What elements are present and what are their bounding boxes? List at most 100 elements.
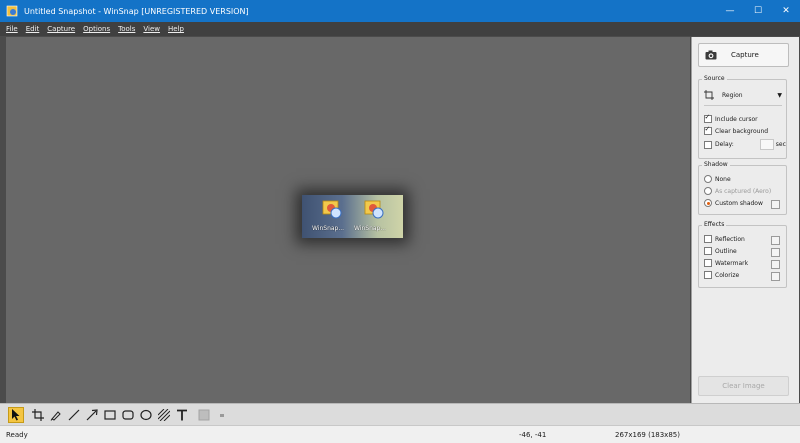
effect-colorize-checkbox[interactable] <box>704 271 712 279</box>
color-swatch[interactable] <box>196 407 212 423</box>
clear-background-checkbox[interactable] <box>704 125 712 135</box>
snapshot-canvas[interactable]: WinSnap... WinSnap... <box>6 37 690 403</box>
line-width-icon <box>220 414 224 417</box>
minimize-button[interactable]: — <box>716 0 744 22</box>
menu-edit[interactable]: Edit <box>26 25 40 33</box>
delay-label: Delay: <box>715 141 734 148</box>
captured-snapshot[interactable]: WinSnap... WinSnap... <box>302 195 403 238</box>
maximize-button[interactable]: ☐ <box>744 0 772 22</box>
reflection-settings-button[interactable] <box>771 236 780 245</box>
menu-capture[interactable]: Capture <box>47 25 75 33</box>
crop-tool[interactable] <box>30 407 46 423</box>
shadow-settings-button[interactable] <box>771 200 780 209</box>
delay-checkbox[interactable] <box>704 140 712 149</box>
clear-background-label: Clear background <box>715 127 769 135</box>
include-cursor-option[interactable]: Include cursor <box>704 113 758 123</box>
effect-watermark-label: Watermark <box>715 259 749 267</box>
capture-mode-value: Region <box>722 91 743 99</box>
outline-settings-button[interactable] <box>771 248 780 257</box>
effects-legend: Effects <box>702 221 727 228</box>
clear-image-button[interactable]: Clear Image <box>698 376 789 396</box>
source-legend: Source <box>702 75 727 82</box>
winsnap-shortcut-icon <box>322 200 342 219</box>
source-group: Source Region ▼ Include cursor Clear bac… <box>698 75 787 159</box>
colorize-settings-button[interactable] <box>771 272 780 281</box>
line-width-selector[interactable] <box>214 407 230 423</box>
ellipse-icon <box>140 409 152 421</box>
menu-tools[interactable]: Tools <box>118 25 135 33</box>
shadow-custom-label: Custom shadow <box>715 199 763 207</box>
include-cursor-checkbox[interactable] <box>704 113 712 123</box>
divider <box>704 105 782 106</box>
line-icon <box>68 409 80 421</box>
pen-tool[interactable] <box>48 407 64 423</box>
delay-option[interactable]: Delay: sec <box>704 139 786 150</box>
capture-button[interactable]: Capture <box>698 43 789 67</box>
line-tool[interactable] <box>66 407 82 423</box>
status-bar: Ready -46, -41 267x169 (183x85) <box>0 425 800 443</box>
desktop-shortcut: WinSnap... <box>354 197 394 235</box>
drawing-toolbar <box>0 403 800 426</box>
effect-watermark-checkbox[interactable] <box>704 259 712 267</box>
effect-outline-label: Outline <box>715 247 737 255</box>
capture-label: Capture <box>731 51 759 59</box>
window-title: Untitled Snapshot - WinSnap [UNREGISTERE… <box>24 6 249 16</box>
hatch-icon <box>158 409 170 421</box>
cursor-coordinates: -46, -41 <box>519 430 547 439</box>
clear-image-label: Clear Image <box>722 382 765 390</box>
delay-spinner[interactable] <box>759 139 774 150</box>
watermark-settings-button[interactable] <box>771 260 780 269</box>
effect-reflection-option[interactable]: Reflection <box>704 235 745 243</box>
status-text: Ready <box>6 430 28 439</box>
select-tool[interactable] <box>8 407 24 423</box>
effect-watermark-option[interactable]: Watermark <box>704 259 748 267</box>
shadow-none-label: None <box>715 175 731 183</box>
winsnap-app-icon <box>6 5 18 17</box>
pen-icon <box>50 411 61 421</box>
menu-bar: File Edit Capture Options Tools View Hel… <box>0 22 800 36</box>
effect-outline-checkbox[interactable] <box>704 247 712 255</box>
rectangle-icon <box>104 410 116 420</box>
effect-reflection-label: Reflection <box>715 235 745 243</box>
text-tool[interactable] <box>174 407 190 423</box>
close-button[interactable]: ✕ <box>772 0 800 22</box>
shadow-custom-radio[interactable] <box>704 199 712 207</box>
hatch-fill-tool[interactable] <box>156 407 172 423</box>
arrow-tool[interactable] <box>84 407 100 423</box>
winsnap-window: Untitled Snapshot - WinSnap [UNREGISTERE… <box>0 0 800 443</box>
menu-file[interactable]: File <box>6 25 18 33</box>
shadow-group: Shadow None As captured (Aero) Custom sh… <box>698 161 787 215</box>
menu-help[interactable]: Help <box>168 25 184 33</box>
rounded-rectangle-icon <box>122 410 134 420</box>
effect-reflection-checkbox[interactable] <box>704 235 712 243</box>
dropdown-arrow-icon: ▼ <box>777 91 782 99</box>
shortcut-label: WinSnap... <box>354 225 387 232</box>
capture-mode-select[interactable]: Region ▼ <box>704 90 782 100</box>
shadow-legend: Shadow <box>702 161 730 168</box>
menu-options[interactable]: Options <box>83 25 110 33</box>
arrow-icon <box>86 409 98 421</box>
winsnap-shortcut-icon <box>364 200 384 219</box>
pointer-icon <box>12 409 20 421</box>
text-icon <box>177 409 187 421</box>
effect-colorize-label: Colorize <box>715 271 740 279</box>
shadow-custom-option[interactable]: Custom shadow <box>704 199 763 207</box>
clear-background-option[interactable]: Clear background <box>704 125 769 135</box>
effect-colorize-option[interactable]: Colorize <box>704 271 739 279</box>
ellipse-tool[interactable] <box>138 407 154 423</box>
menu-view[interactable]: View <box>143 25 160 33</box>
shadow-as-captured-label: As captured (Aero) <box>715 187 772 195</box>
crop-icon <box>32 409 44 421</box>
camera-icon <box>705 50 717 60</box>
title-bar: Untitled Snapshot - WinSnap [UNREGISTERE… <box>0 0 800 22</box>
shadow-none-radio[interactable] <box>704 175 712 183</box>
delay-unit-label: sec <box>775 141 786 148</box>
effect-outline-option[interactable]: Outline <box>704 247 737 255</box>
include-cursor-label: Include cursor <box>715 115 758 123</box>
region-icon <box>704 90 714 100</box>
color-swatch-icon <box>198 409 210 421</box>
rectangle-tool[interactable] <box>102 407 118 423</box>
shadow-none-option[interactable]: None <box>704 175 731 183</box>
rounded-rectangle-tool[interactable] <box>120 407 136 423</box>
effects-group: Effects Reflection Outline Watermark Col… <box>698 221 787 288</box>
